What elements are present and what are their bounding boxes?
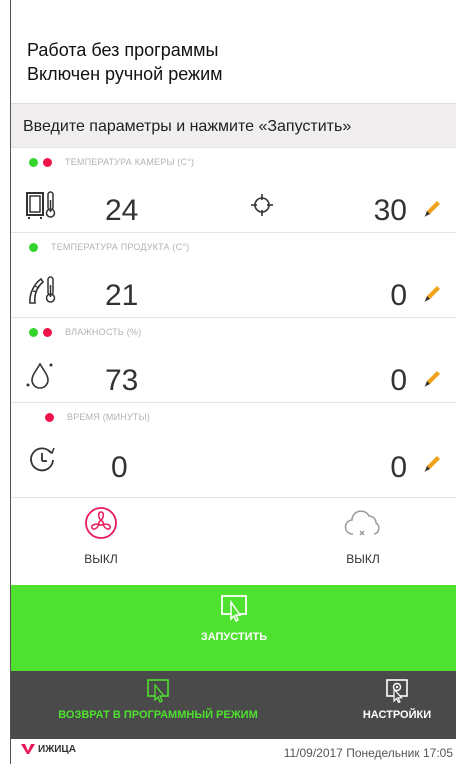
cloud-off-icon (344, 510, 380, 536)
settings-label: НАСТРОЙКИ (362, 709, 432, 721)
start-button-label: ЗАПУСТИТЬ (200, 631, 268, 643)
target-setpoint-icon (251, 194, 273, 216)
settings-button[interactable]: НАСТРОЙКИ (349, 677, 445, 721)
status-dot-green (29, 327, 38, 337)
edit-pencil-icon[interactable] (421, 453, 443, 475)
chamber-thermometer-icon (26, 191, 56, 219)
setpoint-value[interactable]: 0 (390, 364, 407, 398)
current-value: 0 (111, 451, 128, 484)
edit-pencil-icon[interactable] (421, 368, 443, 390)
brand-logo: ИЖИЦА (21, 743, 76, 755)
status-dot-red (43, 327, 52, 337)
setpoint-value[interactable]: 30 (374, 194, 407, 228)
humidity-drop-icon (26, 362, 53, 389)
current-value: 24 (105, 194, 139, 227)
fan-status-label: ВЫКЛ (84, 552, 118, 566)
bottom-action-bar: ВОЗВРАТ В ПРОГРАММНЫЙ РЕЖИМ НАСТРОЙКИ (11, 671, 456, 739)
start-button[interactable]: ЗАПУСТИТЬ (11, 585, 456, 671)
status-dot-red (45, 412, 54, 422)
param-label: ТЕМПЕРАТУРА ПРОДУКТА (С°) (51, 242, 190, 252)
edit-pencil-icon[interactable] (421, 198, 443, 220)
smoke-toggle[interactable]: ВЫКЛ (323, 506, 403, 566)
fan-toggle[interactable]: ВЫКЛ (61, 506, 141, 566)
current-value: 73 (105, 364, 139, 397)
param-humidity: ВЛАЖНОСТЬ (%) 73 0 (11, 318, 456, 403)
return-to-program-button[interactable]: ВОЗВРАТ В ПРОГРАММНЫЙ РЕЖИМ (23, 677, 293, 721)
param-chamber-temperature: ТЕМПЕРАТУРА КАМЕРЫ (С°) 24 30 (11, 148, 456, 233)
instruction-bar: Введите параметры и нажмите «Запустить» (11, 103, 456, 148)
param-label: ТЕМПЕРАТУРА КАМЕРЫ (С°) (65, 157, 195, 167)
mode-status-line-1: Работа без программы (27, 40, 219, 60)
smoke-status-label: ВЫКЛ (346, 552, 380, 566)
fan-icon (85, 507, 117, 539)
setpoint-value[interactable]: 0 (390, 279, 407, 313)
program-mode-icon (147, 679, 169, 703)
brand-name: ИЖИЦА (38, 743, 76, 755)
app-frame: Работа без программы Включен ручной режи… (10, 0, 456, 764)
timer-icon (30, 447, 55, 472)
param-label: ВЛАЖНОСТЬ (%) (65, 327, 142, 337)
param-time: ВРЕМЯ (МИНУТЫ) 0 0 (11, 403, 456, 498)
mode-status-line-2: Включен ручной режим (27, 64, 223, 84)
footer: ИЖИЦА 11/09/2017 Понедельник 17:05 (11, 739, 456, 764)
param-label: ВРЕМЯ (МИНУТЫ) (67, 412, 150, 422)
settings-gear-icon (386, 679, 408, 703)
toggle-row: ВЫКЛ ВЫКЛ (11, 498, 456, 585)
touch-screen-icon (221, 595, 247, 623)
param-product-temperature: ТЕМПЕРАТУРА ПРОДУКТА (С°) 21 0 (11, 233, 456, 318)
setpoint-value[interactable]: 0 (390, 451, 407, 485)
status-header: Работа без программы Включен ручной режи… (11, 0, 456, 103)
edit-pencil-icon[interactable] (421, 283, 443, 305)
status-dot-red (43, 157, 52, 167)
product-thermometer-icon (29, 276, 56, 304)
return-to-program-label: ВОЗВРАТ В ПРОГРАММНЫЙ РЕЖИМ (58, 709, 258, 721)
status-dot-green (29, 157, 38, 167)
brand-mark-icon (21, 744, 35, 754)
status-dot-green (29, 242, 38, 252)
date-time: 11/09/2017 Понедельник 17:05 (283, 746, 453, 760)
current-value: 21 (105, 279, 139, 312)
